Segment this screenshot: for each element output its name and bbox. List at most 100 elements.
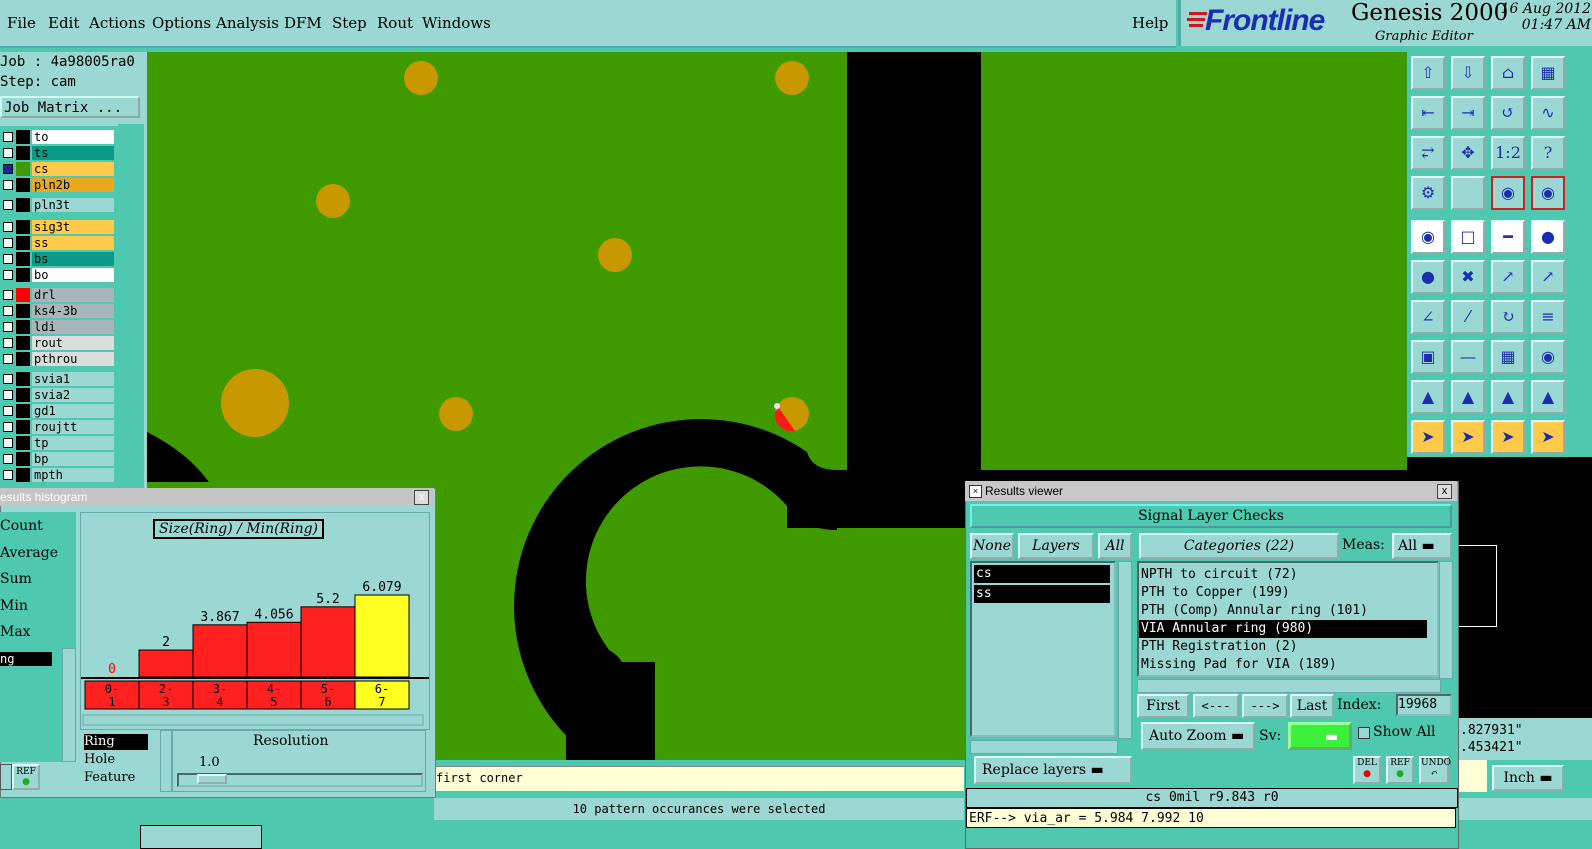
layer-name[interactable]: bp — [32, 452, 114, 466]
snap-red-icon[interactable]: ◉ — [1491, 176, 1525, 210]
line-icon[interactable]: ⁄ — [1451, 300, 1485, 334]
category-item[interactable]: Missing Pad for VIA (189) — [1139, 656, 1437, 674]
layer-color-swatch[interactable] — [16, 162, 30, 176]
layer-name[interactable]: svia2 — [32, 388, 114, 402]
severity-select[interactable]: ▬ — [1288, 722, 1352, 750]
move2-icon[interactable]: ↗ — [1531, 260, 1565, 294]
layer-name[interactable]: svia1 — [32, 372, 114, 386]
layer-row[interactable]: bs — [0, 252, 118, 266]
circles-icon[interactable]: ◉ — [1531, 340, 1565, 374]
stat-average[interactable]: Average — [0, 545, 58, 561]
menu-step[interactable]: Step — [332, 14, 367, 32]
close-icon[interactable]: x — [1437, 484, 1452, 499]
layer-color-swatch[interactable] — [16, 336, 30, 350]
layer-color-swatch[interactable] — [16, 252, 30, 266]
layer-checkbox[interactable] — [3, 270, 13, 280]
window-icon[interactable]: ▦ — [1531, 56, 1565, 90]
layer-checkbox[interactable] — [3, 222, 13, 232]
category-item-selected[interactable]: VIA Annular ring (980) — [1139, 620, 1427, 638]
categories-button[interactable]: Categories (22) — [1139, 533, 1339, 559]
layer-color-swatch[interactable] — [16, 468, 30, 482]
triangle4-icon[interactable]: ▲ — [1531, 380, 1565, 414]
layer-checkbox[interactable] — [3, 164, 13, 174]
layer-checkbox[interactable] — [3, 338, 13, 348]
layer-color-swatch[interactable] — [16, 320, 30, 334]
layer-name[interactable]: ks4-3b — [32, 304, 114, 318]
first-button[interactable]: First — [1137, 694, 1189, 718]
layer-checkbox[interactable] — [3, 148, 13, 158]
auto-zoom-select[interactable]: Auto Zoom ▬ — [1141, 722, 1255, 750]
ref-button[interactable]: REF ● — [1386, 756, 1414, 784]
layer-checkbox[interactable] — [3, 470, 13, 480]
select-icon[interactable]: ➤ — [1411, 420, 1445, 454]
menu-analysis[interactable]: Analysis — [216, 14, 279, 32]
layer-scrollbar[interactable] — [118, 124, 144, 489]
layer-name[interactable]: to — [32, 130, 114, 144]
hist-left-button[interactable] — [0, 764, 12, 790]
layer-row[interactable]: bp — [0, 452, 118, 466]
layer-row[interactable]: ss — [0, 236, 118, 250]
layer-checkbox[interactable] — [3, 238, 13, 248]
layers-button[interactable]: Layers — [1018, 533, 1094, 559]
layer-color-swatch[interactable] — [16, 452, 30, 466]
type-feature[interactable]: Feature — [84, 770, 135, 785]
select2-icon[interactable]: ➤ — [1451, 420, 1485, 454]
layer-name[interactable]: ts — [32, 146, 114, 160]
undo-button[interactable]: UNDO ↶ — [1419, 756, 1451, 784]
layer-color-swatch[interactable] — [16, 404, 30, 418]
menu-help[interactable]: Help — [1132, 14, 1168, 32]
stat-selected[interactable]: ng — [0, 652, 52, 666]
angle-icon[interactable]: ∠ — [1411, 300, 1445, 334]
grid-icon[interactable] — [1451, 176, 1485, 210]
layer-row[interactable]: svia2 — [0, 388, 118, 402]
next-button[interactable]: ---> — [1242, 694, 1288, 718]
none-button[interactable]: None — [970, 533, 1014, 559]
index-field[interactable]: 19968 — [1396, 694, 1452, 716]
cross-icon[interactable]: ✖ — [1451, 260, 1485, 294]
layer-row[interactable]: pln2b — [0, 178, 118, 192]
layer-color-swatch[interactable] — [16, 436, 30, 450]
category-scrollbar[interactable] — [1439, 561, 1453, 679]
type-hole[interactable]: Hole — [84, 752, 115, 767]
home-icon[interactable]: ⌂ — [1491, 56, 1525, 90]
layer-row[interactable]: pthrou — [0, 352, 118, 366]
download-icon[interactable]: ⇩ — [1451, 56, 1485, 90]
layer-row[interactable]: bo — [0, 268, 118, 282]
upload-icon[interactable]: ⇧ — [1411, 56, 1445, 90]
menu-edit[interactable]: Edit — [48, 14, 79, 32]
layer-row[interactable]: pln3t — [0, 198, 118, 212]
triangle2-icon[interactable]: ▲ — [1451, 380, 1485, 414]
close-icon[interactable]: x — [414, 490, 429, 505]
pan-icon[interactable]: ✥ — [1451, 136, 1485, 170]
layer-row[interactable]: tp — [0, 436, 118, 450]
layer-color-swatch[interactable] — [16, 352, 30, 366]
resolution-slider[interactable] — [177, 773, 423, 787]
layer-checkbox[interactable] — [3, 438, 13, 448]
ruler-icon[interactable]: ━ — [1491, 220, 1525, 254]
type-scrollbar[interactable] — [160, 730, 172, 792]
menu-windows[interactable]: Windows — [422, 14, 491, 32]
layer-checkbox[interactable] — [3, 422, 13, 432]
layer-checkbox[interactable] — [3, 406, 13, 416]
snap-red2-icon[interactable]: ◉ — [1531, 176, 1565, 210]
layer-row[interactable]: gd1 — [0, 404, 118, 418]
layer-name[interactable]: bs — [32, 252, 114, 266]
meas-select[interactable]: All ▬ — [1392, 533, 1452, 559]
prev-button[interactable]: <--- — [1193, 694, 1239, 718]
layer-list-scrollbar[interactable] — [1118, 561, 1132, 739]
layer-checkbox[interactable] — [3, 200, 13, 210]
layer-row[interactable]: roujtt — [0, 420, 118, 434]
job-matrix-button[interactable]: Job Matrix ... — [0, 96, 140, 118]
layer-row[interactable]: rout — [0, 336, 118, 350]
layer-checkbox[interactable] — [3, 374, 13, 384]
slider-handle[interactable] — [197, 774, 227, 784]
layer-checkbox[interactable] — [3, 454, 13, 464]
stat-sum[interactable]: Sum — [0, 571, 32, 587]
layer-name[interactable]: sig3t — [32, 220, 114, 234]
layer-row[interactable]: sig3t — [0, 220, 118, 234]
del-button[interactable]: DEL ● — [1353, 756, 1381, 784]
record-icon[interactable]: ◉ — [1411, 220, 1445, 254]
layer-checkbox[interactable] — [3, 290, 13, 300]
layer-checkbox[interactable] — [3, 180, 13, 190]
layer-name[interactable]: pln2b — [32, 178, 114, 192]
